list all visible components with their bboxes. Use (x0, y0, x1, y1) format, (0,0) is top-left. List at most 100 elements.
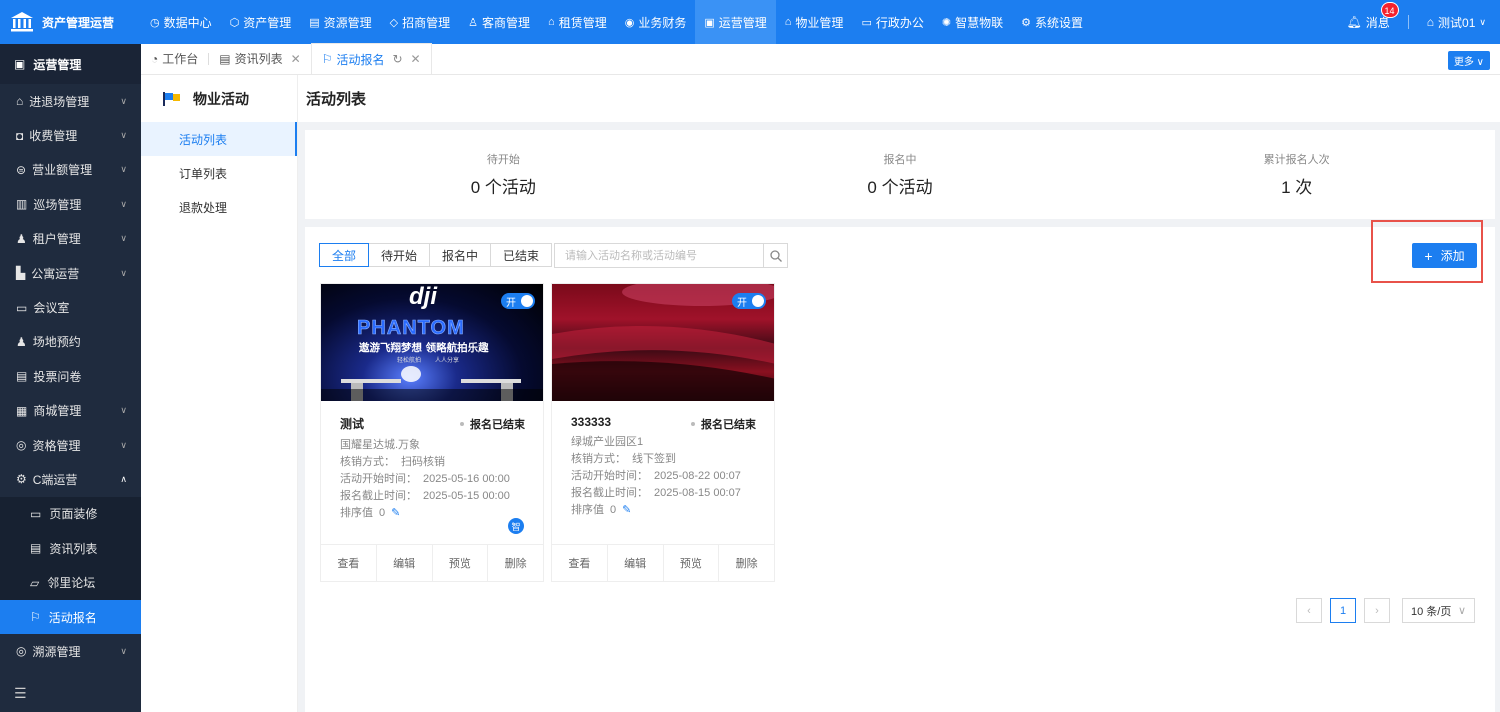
sidebar-item-mall[interactable]: ▦ 商城管理 ∨ (0, 394, 141, 428)
next-page-button[interactable]: › (1364, 598, 1390, 623)
sidebar-item-trace[interactable]: ◎ 溯源管理 ∨ (0, 634, 141, 668)
topnav-finance[interactable]: ◉ 业务财务 (616, 0, 696, 44)
activity-card[interactable]: 开 333333 报名已结束 绿城产业园区1 核销方式： 线下签到 活动开始时间：… (551, 283, 775, 582)
sidebar-item-meeting-room[interactable]: ▭ 会议室 (0, 290, 141, 324)
topnav-admin[interactable]: ▭ 行政办公 (852, 0, 932, 44)
stat-value: 0 个活动 (470, 178, 536, 197)
chevron-down-icon: ∨ (120, 405, 127, 416)
sidebar-item-c-ops[interactable]: ⚙ C端运营 ∧ (0, 462, 141, 496)
enable-toggle[interactable]: 开 (501, 293, 535, 309)
sidebar-item-apartment[interactable]: ▙ 公寓运营 ∨ (0, 256, 141, 290)
operations-icon: ▣ (704, 16, 715, 29)
search-input[interactable] (555, 244, 763, 267)
sidebar-subitem-page-decor[interactable]: ▭ 页面装修 (0, 496, 141, 532)
operations-icon: ▣ (14, 57, 26, 71)
sidebar-subitem-label: 邻里论坛 (47, 576, 96, 591)
tab-workbench[interactable]: ◔ 工作台 (141, 43, 208, 74)
submenu-item-order-list[interactable]: 订单列表 (141, 156, 297, 190)
sidebar-item-label: 租户管理 (32, 232, 81, 247)
status-dot (691, 422, 695, 426)
edit-button[interactable]: 编辑 (608, 545, 664, 581)
chevron-left-icon: ‹ (1307, 604, 1311, 617)
card-deadline: 报名截止时间： 2025-05-15 00:00 (340, 487, 524, 502)
close-icon[interactable]: ✕ (291, 52, 301, 66)
trace-icon: ◎ (16, 644, 27, 659)
topnav-data-center[interactable]: ◷ 数据中心 (141, 0, 221, 44)
topnav-iot[interactable]: ✺ 智慧物联 (933, 0, 1012, 44)
prev-page-button[interactable]: ‹ (1296, 598, 1322, 623)
field-value: 线下签到 (632, 453, 676, 465)
sidebar-item-enter-exit[interactable]: ⌂ 进退场管理 ∨ (0, 84, 141, 118)
filter-all[interactable]: 全部 (319, 243, 370, 267)
sidebar-item-tenants[interactable]: ♟ 租户管理 ∨ (0, 222, 141, 256)
edit-sort-icon[interactable]: ✎ (622, 504, 631, 516)
preview-button[interactable]: 预览 (433, 545, 489, 581)
user-menu[interactable]: ⌂ 测试01 ∨ (1427, 14, 1486, 31)
topnav-resource[interactable]: ▤ 资源管理 (300, 0, 380, 44)
search-box (554, 243, 788, 268)
sidebar-item-venue[interactable]: ♟ 场地预约 (0, 325, 141, 359)
more-tabs-button[interactable]: 更多 ∨ (1447, 51, 1490, 70)
status-badge: 报名已结束 (460, 416, 525, 432)
topnav-operations[interactable]: ▣ 运营管理 (695, 0, 776, 44)
sidebar-item-turnover[interactable]: ⊜ 营业额管理 ∨ (0, 153, 141, 187)
plus-icon: + (1424, 247, 1433, 264)
sidebar-subitem-event-signup[interactable]: ⚐ 活动报名 (0, 599, 141, 635)
topnav-asset[interactable]: ⬡ 资产管理 (221, 0, 301, 44)
view-button[interactable]: 查看 (552, 545, 608, 581)
sidebar-item-survey[interactable]: ▤ 投票问卷 (0, 359, 141, 393)
messages-button[interactable]: 🔔︎ 消息 14 (1347, 1, 1399, 31)
tab-label: 活动报名 (336, 52, 385, 67)
filter-signing-up[interactable]: 报名中 (429, 243, 492, 267)
filter-pending[interactable]: 待开始 (368, 243, 431, 267)
add-button[interactable]: + 添加 (1412, 243, 1477, 268)
brand[interactable]: 资产管理运营 (0, 0, 141, 44)
survey-icon: ▤ (16, 369, 28, 384)
topnav-investment[interactable]: ◇ 招商管理 (381, 0, 459, 44)
submenu-item-refund[interactable]: 退款处理 (141, 190, 297, 224)
status-label: 报名已结束 (701, 419, 756, 431)
submenu-item-activity-list[interactable]: 活动列表 (141, 122, 297, 156)
tab-event-signup[interactable]: ⚐ 活动报名 ↻ ✕ (310, 43, 432, 74)
sidebar-item-qualification[interactable]: ◎ 资格管理 ∨ (0, 428, 141, 462)
sidebar-subitem-forum[interactable]: ▱ 邻里论坛 (0, 565, 141, 600)
card-verify: 核销方式： 线下签到 (571, 450, 755, 465)
coin-icon: ◉ (624, 16, 635, 29)
stat-label: 待开始 (486, 154, 520, 166)
page-size-select[interactable]: 10 条/页 ∨ (1402, 598, 1475, 623)
delete-button[interactable]: 删除 (719, 545, 774, 581)
card-start-time: 活动开始时间： 2025-05-16 00:00 (340, 470, 524, 485)
card-sort: 排序值 0 ✎ (571, 501, 755, 516)
search-button[interactable] (763, 244, 787, 267)
topnav-customer[interactable]: ♙ 客商管理 (459, 0, 539, 44)
close-icon[interactable]: ✕ (411, 52, 421, 66)
card-body: 333333 报名已结束 绿城产业园区1 核销方式： 线下签到 活动开始时间： 20… (552, 401, 774, 544)
enable-toggle[interactable]: 开 (732, 293, 766, 309)
edit-button[interactable]: 编辑 (377, 545, 433, 581)
chevron-down-icon: ∨ (120, 439, 127, 450)
enter-exit-icon: ⌂ (16, 94, 24, 109)
sidebar-item-patrol[interactable]: ▥ 巡场管理 ∨ (0, 187, 141, 221)
field-label: 排序值 (340, 507, 373, 519)
delete-button[interactable]: 删除 (488, 545, 543, 581)
activity-card[interactable]: dji PHANTOM 遨游飞翔梦想 领略航拍乐趣 轻松航拍 人人分享 开 测试… (320, 283, 544, 582)
edit-sort-icon[interactable]: ✎ (391, 507, 400, 519)
topnav-label: 业务财务 (638, 15, 687, 30)
user-icon: ♟ (16, 231, 27, 246)
preview-button[interactable]: 预览 (664, 545, 720, 581)
view-button[interactable]: 查看 (321, 545, 377, 581)
page-number[interactable]: 1 (1330, 598, 1356, 623)
sidebar-subitem-news[interactable]: ▤ 资讯列表 (0, 531, 141, 566)
c-ops-icon: ⚙ (16, 472, 27, 487)
topnav-settings[interactable]: ⚙ 系统设置 (1012, 0, 1092, 44)
topnav-property[interactable]: ⌂ 物业管理 (776, 0, 853, 44)
topnav-lease[interactable]: ⌂ 租赁管理 (539, 0, 616, 44)
person-icon: ♟ (16, 334, 27, 349)
sidebar-item-charges[interactable]: ◘ 收费管理 ∨ (0, 118, 141, 152)
dashboard-icon: ◔ (151, 51, 159, 66)
filter-ended[interactable]: 已结束 (490, 243, 553, 267)
refresh-icon[interactable]: ↻ (392, 52, 402, 66)
field-label: 排序值 (571, 504, 604, 516)
tab-news-list[interactable]: ▤ 资讯列表 ✕ (209, 43, 310, 74)
collapse-menu-icon[interactable]: ☰ (14, 685, 27, 702)
